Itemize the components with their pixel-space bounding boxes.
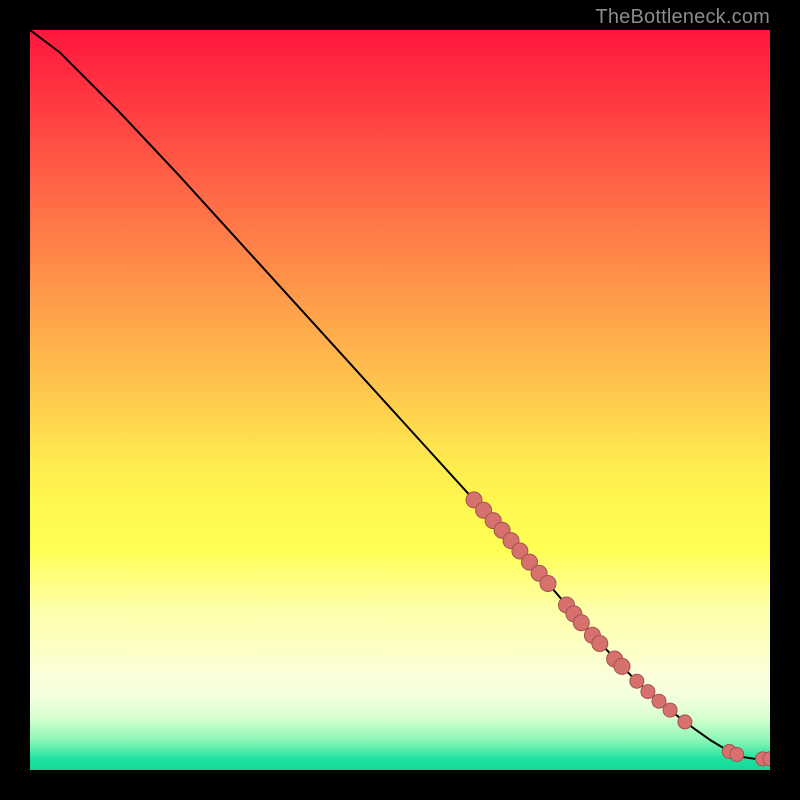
data-point (614, 658, 630, 674)
data-point (641, 685, 655, 699)
chart-frame: TheBottleneck.com (0, 0, 800, 800)
data-point (573, 615, 589, 631)
chart-svg (30, 30, 770, 770)
scatter-points (466, 492, 770, 766)
attribution-text: TheBottleneck.com (595, 6, 770, 29)
data-point (630, 674, 644, 688)
data-point (678, 715, 692, 729)
curve-line (30, 30, 770, 759)
data-point (663, 703, 677, 717)
data-point (540, 576, 556, 592)
data-point (592, 636, 608, 652)
plot-area (30, 30, 770, 770)
data-point (730, 748, 744, 762)
